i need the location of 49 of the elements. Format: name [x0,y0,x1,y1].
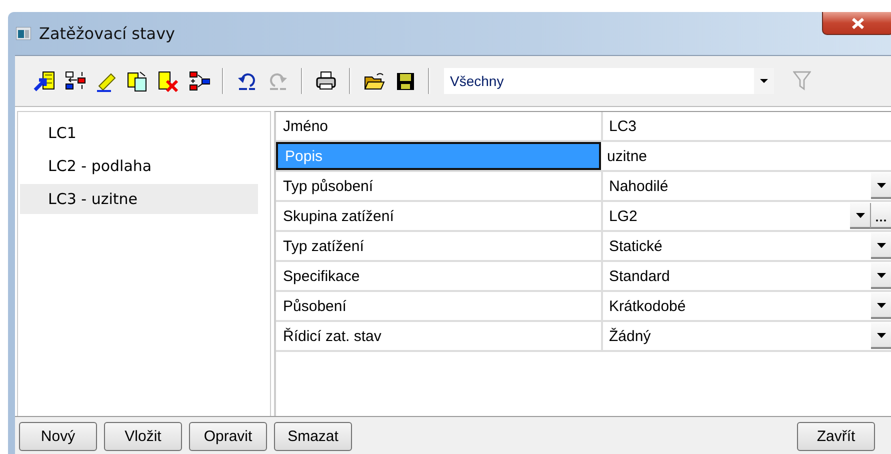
property-value[interactable]: Statické [609,238,871,254]
dropdown-button[interactable] [871,323,891,349]
arrow-list-icon[interactable] [33,70,55,92]
property-name[interactable]: Skupina zatížení [276,202,603,230]
copy-pages-icon[interactable] [126,70,148,92]
dropdown-button[interactable] [871,293,891,319]
property-value[interactable]: LG2 [609,208,850,224]
dropdown-button[interactable] [850,203,870,229]
list-delete-icon[interactable] [157,70,179,92]
close-dialog-button[interactable]: Zavřít [797,422,875,451]
dropdown-arrow-icon[interactable] [876,332,886,338]
dropdown-button[interactable] [871,263,891,289]
dropdown-arrow-icon[interactable] [876,242,886,248]
load-case-item[interactable]: LC2 - podlaha [20,151,258,181]
property-name[interactable]: Řídicí zat. stav [276,322,603,350]
dropdown-arrow-icon[interactable] [856,212,864,218]
load-case-item[interactable]: LC1 [20,118,258,148]
dropdown-arrow-icon[interactable] [876,302,886,308]
action-button[interactable]: Vložit [104,422,182,451]
property-value[interactable]: Nahodilé [609,178,871,194]
property-value[interactable]: Krátkodobé [609,298,871,314]
close-button[interactable] [822,12,891,35]
folder-icon[interactable] [363,70,385,92]
action-button[interactable]: Smazat [274,422,352,451]
dropdown-arrow-icon[interactable] [760,79,768,83]
property-value[interactable]: LC3 [609,118,891,134]
blocks-merge-icon[interactable] [188,70,210,92]
load-case-item[interactable]: LC3 - uzitne [20,184,258,214]
dropdown-arrow-icon[interactable] [876,182,886,188]
property-value[interactable]: uzitne [607,148,891,164]
property-name[interactable]: Typ působení [276,172,603,200]
property-name[interactable]: Jméno [276,112,603,140]
window-icon [16,27,31,40]
filter-dropdown[interactable]: Všechny [444,68,774,94]
close-icon[interactable] [851,16,865,30]
ellipsis-icon[interactable] [875,219,887,222]
action-button[interactable]: Opravit [189,422,267,451]
dropdown-arrow-icon[interactable] [876,272,886,278]
property-name[interactable]: Typ zatížení [276,232,603,260]
dropdown-button[interactable] [871,173,891,199]
action-button[interactable]: Nový [19,422,97,451]
printer-icon[interactable] [315,70,337,92]
property-value[interactable]: Žádný [609,328,871,344]
blocks-insert-icon[interactable] [64,70,86,92]
property-name[interactable]: Specifikace [276,262,603,290]
dropdown-button[interactable] [871,233,891,259]
property-value[interactable]: Standard [609,268,871,284]
window-title: Zatěžovací stavy [39,24,176,43]
property-name[interactable]: Působení [276,292,603,320]
